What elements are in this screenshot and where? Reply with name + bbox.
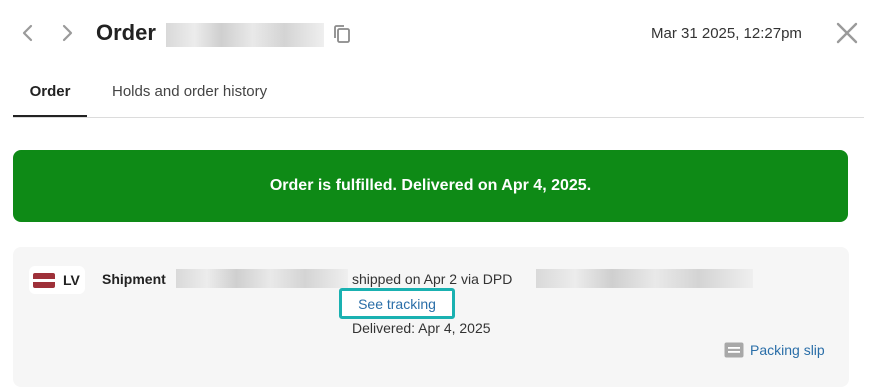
tab-bar: Order Holds and order history: [13, 72, 864, 118]
country-badge: LV: [29, 266, 85, 294]
forward-button[interactable]: [54, 20, 80, 46]
copy-icon: [334, 25, 350, 43]
latvia-flag-icon: [33, 272, 55, 288]
delivered-date: Delivered: Apr 4, 2025: [352, 320, 491, 336]
chevron-left-icon: [22, 24, 33, 42]
page-title: Order: [96, 20, 156, 45]
shipment-id-redacted: [176, 269, 348, 288]
country-code: LV: [63, 272, 80, 288]
copy-button[interactable]: [331, 23, 353, 45]
tab-holds-and-order-history[interactable]: Holds and order history: [112, 72, 267, 116]
packing-slip-link[interactable]: Packing slip: [724, 342, 825, 358]
chevron-right-icon: [62, 24, 73, 42]
order-datetime: Mar 31 2025, 12:27pm: [651, 25, 802, 42]
shipment-label: Shipment: [102, 271, 166, 287]
back-button[interactable]: [15, 20, 41, 46]
see-tracking-link[interactable]: See tracking: [339, 288, 455, 319]
tab-order[interactable]: Order: [13, 72, 87, 117]
packing-slip-label: Packing slip: [750, 342, 825, 358]
order-id-redacted: [166, 23, 324, 47]
close-button[interactable]: [834, 20, 860, 46]
shipment-status: shipped on Apr 2 via DPD: [352, 271, 513, 287]
fulfilled-banner: Order is fulfilled. Delivered on Apr 4, …: [13, 150, 848, 222]
document-icon: [724, 342, 744, 358]
close-icon: [836, 22, 858, 44]
tracking-number-redacted: [536, 269, 753, 288]
